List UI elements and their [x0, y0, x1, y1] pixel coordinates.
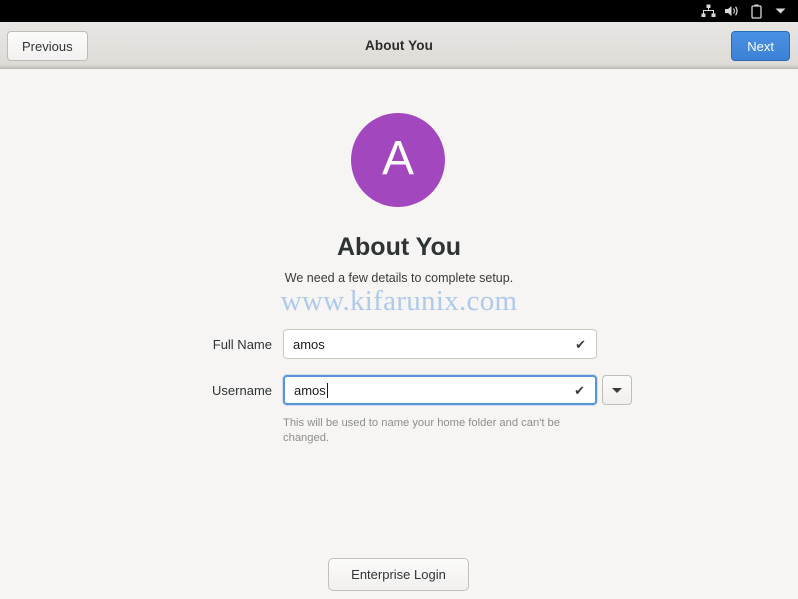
about-you-heading: About You	[336, 233, 462, 261]
full-name-value: amos	[293, 336, 325, 352]
full-name-row: Full Name amos ✔	[196, 329, 597, 359]
content-area: A About You We need a few details to com…	[0, 70, 798, 599]
full-name-input[interactable]: amos ✔	[283, 329, 597, 359]
site-watermark: www.kifarunix.com	[280, 285, 518, 317]
username-input[interactable]: amos ✔	[283, 375, 597, 405]
volume-icon[interactable]	[720, 0, 744, 22]
username-help-text: This will be used to name your home fold…	[283, 417, 561, 445]
network-wired-icon[interactable]	[696, 0, 720, 22]
full-name-label: Full Name	[212, 336, 272, 352]
avatar-letter: A	[381, 131, 414, 185]
about-you-subtitle: We need a few details to complete setup.	[284, 271, 514, 285]
username-value-wrap: amos	[285, 382, 574, 398]
valid-check-icon: ✔	[574, 382, 585, 398]
system-top-bar	[0, 0, 798, 22]
username-dropdown-button[interactable]	[602, 375, 632, 405]
enterprise-login-button[interactable]: Enterprise Login	[328, 558, 469, 591]
header-bar: Previous About You Next	[0, 22, 798, 69]
chevron-down-icon[interactable]	[768, 0, 792, 22]
username-value: amos	[294, 382, 326, 398]
chevron-down-icon	[612, 387, 622, 393]
username-row: Username amos ✔	[196, 375, 632, 405]
battery-icon[interactable]	[744, 0, 768, 22]
avatar[interactable]: A	[351, 113, 445, 207]
page-title: About You	[365, 37, 433, 53]
text-caret	[326, 382, 328, 398]
username-label: Username	[212, 382, 272, 398]
next-button[interactable]: Next	[731, 31, 790, 61]
valid-check-icon: ✔	[575, 336, 586, 352]
